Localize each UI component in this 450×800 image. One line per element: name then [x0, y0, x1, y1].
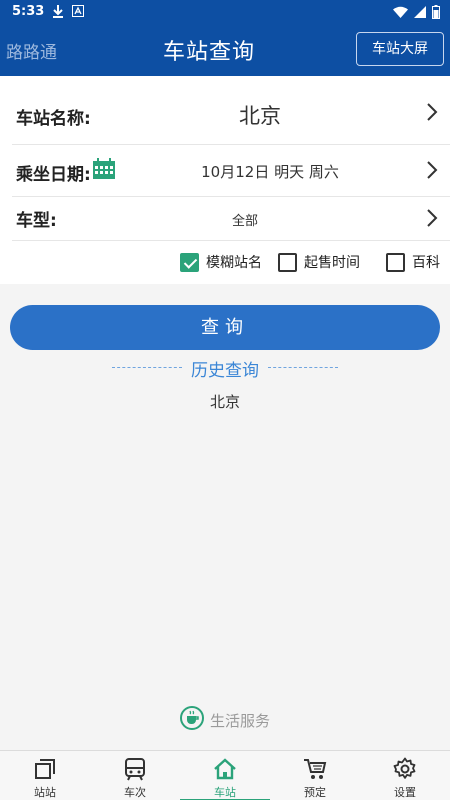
chevron-right-icon	[426, 102, 438, 126]
station-name-label: 车站名称:	[16, 109, 91, 129]
home-station-icon	[213, 757, 237, 785]
query-form: 车站名称: 北京 乘坐日期: 10月12日 明天 周六 车型: 全部 模糊站名 …	[0, 76, 450, 284]
coffee-cup-icon	[179, 706, 204, 734]
wiki-label: 百科	[412, 255, 440, 271]
tab-booking[interactable]: 预定	[270, 751, 360, 800]
fuzzy-name-label: 模糊站名	[206, 255, 262, 271]
checkbox-checked-icon[interactable]	[180, 252, 199, 272]
travel-date-value[interactable]: 10月12日 明天 周六	[150, 161, 390, 182]
fuzzy-name-checkbox[interactable]: 模糊站名	[180, 252, 262, 272]
tab-station[interactable]: 车站	[180, 751, 270, 800]
divider	[12, 240, 450, 241]
train-icon	[123, 757, 147, 785]
wifi-icon	[393, 6, 408, 22]
search-options: 模糊站名 起售时间 百科	[0, 242, 450, 282]
tab-settings[interactable]: 设置	[360, 751, 450, 800]
gear-icon	[393, 757, 417, 785]
wiki-checkbox[interactable]: 百科	[386, 252, 440, 272]
tab-train[interactable]: 车次	[90, 751, 180, 800]
history-item[interactable]: 北京	[0, 391, 450, 412]
travel-date-label: 乘坐日期:	[16, 165, 91, 185]
sale-time-checkbox[interactable]: 起售时间	[278, 252, 360, 272]
chevron-right-icon	[426, 208, 438, 232]
station-big-screen-button[interactable]: 车站大屏	[356, 32, 444, 66]
checkbox-unchecked-icon[interactable]	[278, 252, 297, 272]
life-service-link[interactable]: 生活服务	[0, 706, 450, 734]
tab-station-to-station[interactable]: 站站	[0, 751, 90, 800]
tab-label: 站站	[34, 786, 56, 799]
app-notification-icon	[72, 5, 84, 21]
tab-label: 车次	[124, 786, 146, 799]
app-bar: 路路通 车站查询 车站大屏	[0, 24, 450, 76]
station-to-station-icon	[33, 757, 57, 785]
tab-label: 车站	[214, 786, 236, 799]
query-button[interactable]: 查询	[10, 305, 440, 350]
station-name-row[interactable]: 车站名称: 北京	[0, 76, 450, 144]
train-type-label: 车型:	[16, 211, 57, 231]
history-title-text: 历史查询	[183, 361, 267, 381]
station-name-value[interactable]: 北京	[150, 100, 370, 130]
status-bar: 5:33	[0, 0, 450, 24]
calendar-icon[interactable]	[92, 158, 116, 184]
train-type-row[interactable]: 车型: 全部	[0, 196, 450, 240]
signal-icon	[414, 6, 426, 22]
life-service-label: 生活服务	[209, 711, 270, 730]
status-time: 5:33	[12, 4, 45, 19]
travel-date-row[interactable]: 乘坐日期: 10月12日 明天 周六	[0, 144, 450, 196]
chevron-right-icon	[426, 160, 438, 184]
history-title: 历史查询	[0, 356, 450, 381]
download-icon	[52, 4, 64, 22]
bottom-tab-bar: 站站 车次 车站 预定 设置	[0, 750, 450, 800]
checkbox-unchecked-icon[interactable]	[386, 252, 405, 272]
battery-icon	[432, 5, 440, 23]
sale-time-label: 起售时间	[304, 255, 360, 271]
cart-icon	[303, 757, 327, 785]
tab-label: 预定	[304, 786, 326, 799]
train-type-value[interactable]: 全部	[150, 210, 340, 229]
tab-label: 设置	[394, 786, 416, 799]
